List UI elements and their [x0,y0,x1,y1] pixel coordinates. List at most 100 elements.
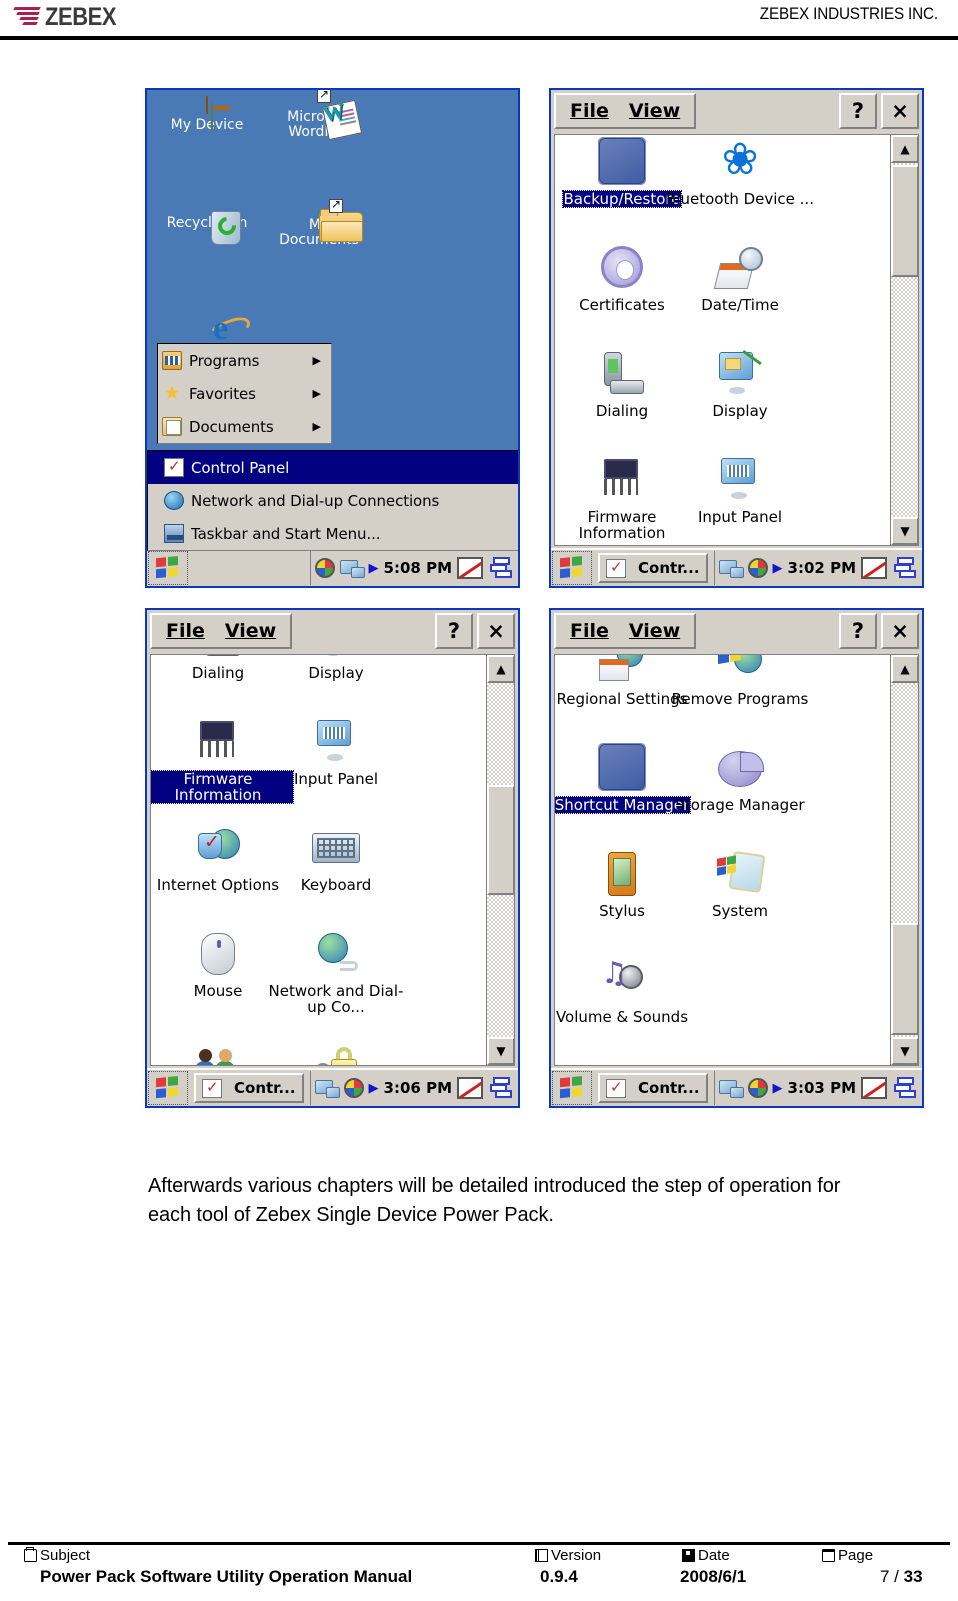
tray-expand-icon[interactable]: ▶ [369,1081,379,1096]
start-menu-item-favorites[interactable]: ★ Favorites ▶ [158,377,331,410]
tray-expand-icon[interactable]: ▶ [773,561,783,576]
desktop-icon-microsoft-wordpad[interactable]: W Microsoft WordPad [269,90,369,141]
start-menu-item-control-panel[interactable]: Control Panel [148,451,518,484]
taskbar-clock[interactable]: 3:03 PM [788,1079,856,1097]
windows-tray-icon[interactable] [488,1077,514,1099]
cp-item-display[interactable]: Display [665,349,815,419]
taskbar-clock[interactable]: 3:02 PM [788,559,856,577]
windows-flag-icon [560,555,584,581]
stylus-tray-icon[interactable] [861,557,887,579]
cp-item-label: Stylus [599,902,645,920]
stylus-tray-icon[interactable] [457,557,483,579]
scroll-thumb[interactable] [487,785,514,895]
footer-page-label-group: Page [822,1547,873,1564]
cp-item-volume-sounds[interactable]: ♫ Volume & Sounds [555,955,697,1026]
favorites-star-icon: ★ [163,382,181,404]
cp-item-bluetooth-device[interactable]: ❀ Bluetooth Device ... [665,137,815,208]
windows-tray-icon[interactable] [892,557,918,579]
menu-view[interactable]: View [629,620,680,642]
cp-item-display[interactable]: Display [261,655,411,681]
cp-item-label: Mouse [193,982,243,1000]
cp-item-input-panel[interactable]: Input Panel [665,455,815,525]
help-button[interactable]: ? [839,93,877,129]
vertical-scrollbar[interactable]: ▲ ▼ [890,135,918,545]
start-menu-item-network-dialup[interactable]: Network and Dial-up Connections [148,484,518,517]
tray-expand-icon[interactable]: ▶ [369,561,379,576]
windows-tray-icon[interactable] [488,557,514,579]
start-button[interactable] [148,1071,188,1105]
desktop-icon-my-device[interactable]: My Device [157,96,257,133]
taskbar-clock[interactable]: 5:08 PM [384,559,452,577]
cp-item-password[interactable] [261,1035,411,1065]
scroll-up-button[interactable]: ▲ [891,655,918,683]
cp-item-keyboard[interactable]: Keyboard [261,823,411,893]
cp-item-storage-manager[interactable]: Storage Manager [665,743,815,813]
taskbar-task-control-panel[interactable]: Contr... [598,1073,708,1103]
page-header: ZEBEX ZEBEX INDUSTRIES INC. [0,0,958,40]
close-button[interactable]: × [881,93,919,129]
network-tray-icon[interactable] [314,1078,340,1098]
taskbar-task-control-panel[interactable]: Contr... [598,553,708,583]
windows-flag-icon [560,1075,584,1101]
scroll-down-button[interactable]: ▼ [891,1037,918,1065]
scroll-up-button[interactable]: ▲ [891,135,918,163]
menu-view[interactable]: View [225,620,276,642]
scroll-down-button[interactable]: ▼ [891,517,918,545]
menu-file[interactable]: File [570,620,609,642]
taskbar-clock[interactable]: 3:06 PM [384,1079,452,1097]
color-wheel-tray-icon[interactable] [747,1078,768,1098]
vertical-scrollbar[interactable]: ▲ ▼ [486,655,514,1065]
windows-tray-icon[interactable] [892,1077,918,1099]
desktop-icon-internet-explorer[interactable]: e [159,305,259,346]
footer-subject-label-group: Subject [24,1547,90,1564]
book-icon [822,1549,835,1562]
system-tray: ▶ 5:08 PM [309,551,518,585]
window-body: Dialing Display Firmware Information Inp… [150,654,515,1066]
date-time-icon [665,243,815,295]
start-button[interactable] [148,551,188,585]
scroll-thumb[interactable] [891,165,918,277]
cp-item-network-dialup[interactable]: Network and Dial-up Co... [261,929,411,1015]
menu-file[interactable]: File [570,100,609,122]
cp-item-label: Keyboard [300,876,372,894]
footer-date-label-group: Date [682,1547,730,1564]
menu-view[interactable]: View [629,100,680,122]
tray-expand-icon[interactable]: ▶ [773,1081,783,1096]
start-menu-item-taskbar-start-menu[interactable]: Taskbar and Start Menu... [148,517,518,550]
start-menu-label: Control Panel [191,458,290,477]
start-button[interactable] [552,1071,592,1105]
vertical-scrollbar[interactable]: ▲ ▼ [890,655,918,1065]
help-button[interactable]: ? [839,613,877,649]
display-monitor-icon [261,655,411,663]
close-button[interactable]: × [477,613,515,649]
footer-page-current: 7 / [880,1567,904,1586]
submenu-chevron-icon: ▶ [312,420,321,433]
desktop-icon-my-documents[interactable]: My Documents [269,197,369,249]
network-tray-icon[interactable] [718,558,744,578]
network-tray-icon[interactable] [339,558,365,578]
taskbar-task-control-panel[interactable]: Contr... [194,1073,304,1103]
keyboard-icon [261,823,411,875]
scroll-thumb[interactable] [891,923,918,1035]
desktop-icon-recycle-bin[interactable]: Recycle Bin [157,200,257,245]
start-menu-item-documents[interactable]: Documents ▶ [158,410,331,443]
network-tray-icon[interactable] [718,1078,744,1098]
scroll-up-button[interactable]: ▲ [487,655,514,683]
window-body: Regional Settings Remove Programs Shortc… [554,654,919,1066]
scroll-down-button[interactable]: ▼ [487,1037,514,1065]
color-wheel-tray-icon[interactable] [343,1078,364,1098]
cp-item-input-panel[interactable]: Input Panel [261,717,411,787]
cp-item-system[interactable]: System [665,849,815,919]
start-button[interactable] [552,551,592,585]
zebex-logo: ZEBEX [13,2,126,32]
cp-item-date-time[interactable]: Date/Time [665,243,815,313]
start-menu-item-programs[interactable]: Programs ▶ [158,344,331,377]
help-button[interactable]: ? [435,613,473,649]
color-wheel-tray-icon[interactable] [314,558,335,578]
stylus-tray-icon[interactable] [861,1077,887,1099]
cp-item-remove-programs[interactable]: Remove Programs [665,655,815,707]
close-button[interactable]: × [881,613,919,649]
stylus-tray-icon[interactable] [457,1077,483,1099]
color-wheel-tray-icon[interactable] [747,558,768,578]
menu-file[interactable]: File [166,620,205,642]
